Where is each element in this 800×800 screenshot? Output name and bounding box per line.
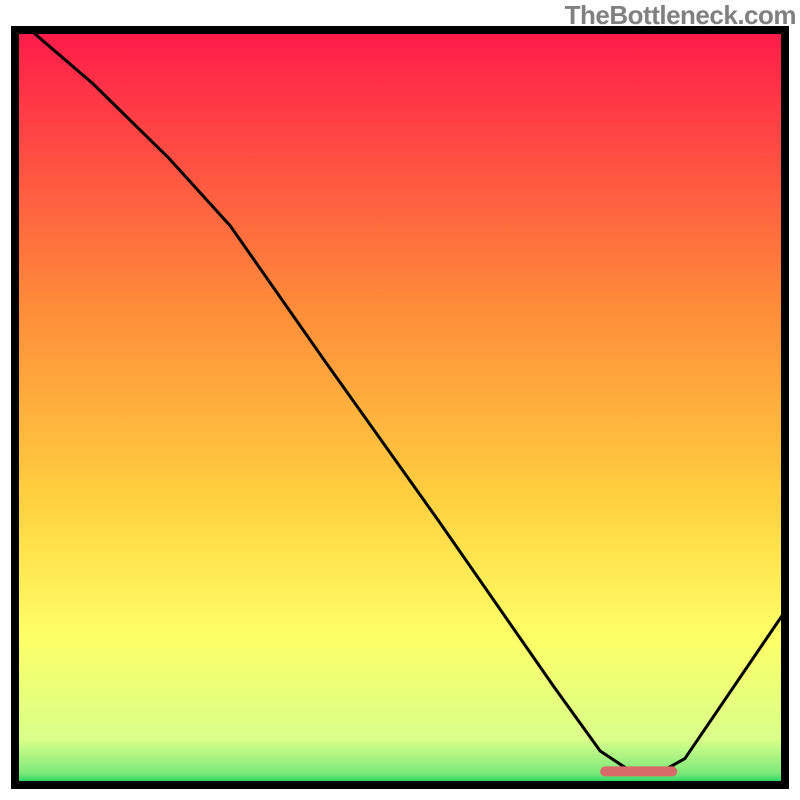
minimum-marker bbox=[600, 766, 677, 776]
chart-container: TheBottleneck.com bbox=[0, 0, 800, 800]
watermark-text: TheBottleneck.com bbox=[565, 0, 796, 31]
plot-background bbox=[15, 30, 785, 785]
chart-svg bbox=[0, 0, 800, 800]
